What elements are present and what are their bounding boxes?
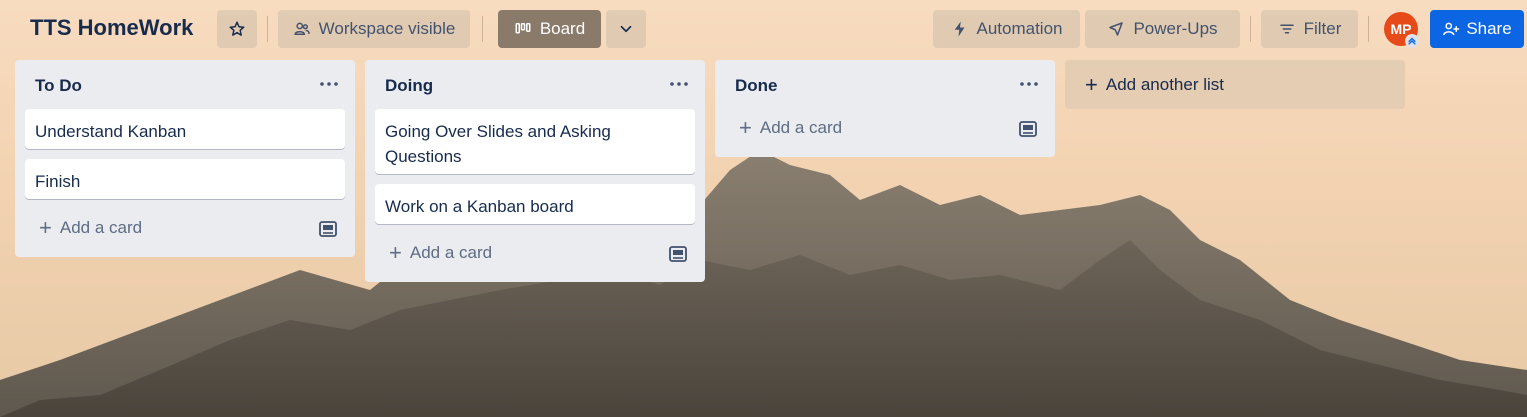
more-icon[interactable] xyxy=(667,74,691,94)
card[interactable]: Work on a Kanban board xyxy=(375,184,695,224)
board-view-button[interactable]: Board xyxy=(498,10,601,48)
add-list-button[interactable]: + Add another list xyxy=(1065,60,1405,109)
automation-button[interactable]: Automation xyxy=(933,10,1080,48)
card-template-icon[interactable] xyxy=(669,246,687,262)
list-done: Done + Add a card xyxy=(715,60,1055,157)
card-title: Work on a Kanban board xyxy=(385,197,574,216)
lightning-icon xyxy=(954,21,964,37)
add-card-label: Add a card xyxy=(409,243,493,262)
rocket-icon xyxy=(1109,22,1124,36)
card[interactable]: Understand Kanban xyxy=(25,109,345,149)
board-view-label: Board xyxy=(539,19,586,38)
star-icon xyxy=(229,21,245,36)
plus-icon: + xyxy=(1085,71,1098,97)
add-card-button[interactable]: + Add a card xyxy=(739,115,843,140)
list-doing: Doing Going Over Slides and Asking Quest… xyxy=(365,60,705,282)
list-title[interactable]: Done xyxy=(735,76,778,96)
add-card-button[interactable]: + Add a card xyxy=(39,215,143,240)
divider xyxy=(1368,16,1369,42)
list-title[interactable]: Doing xyxy=(385,76,433,96)
list-to-do: To Do Understand Kanban Finish + Add a c… xyxy=(15,60,355,257)
card-template-icon[interactable] xyxy=(319,221,337,237)
add-card-button[interactable]: + Add a card xyxy=(389,240,493,265)
card[interactable]: Going Over Slides and Asking Questions xyxy=(375,109,695,174)
power-ups-label: Power-Ups xyxy=(1133,19,1218,38)
card-title: Going Over Slides and Asking Questions xyxy=(385,122,611,166)
plus-icon: + xyxy=(739,115,752,140)
power-ups-button[interactable]: Power-Ups xyxy=(1085,10,1240,48)
admin-badge-icon xyxy=(1405,34,1419,48)
share-button[interactable]: Share xyxy=(1430,10,1524,48)
plus-icon: + xyxy=(389,240,402,265)
add-list-label: Add another list xyxy=(1105,74,1224,94)
card-title: Understand Kanban xyxy=(35,122,187,141)
more-icon[interactable] xyxy=(317,74,341,94)
workspace-visible-button[interactable]: Workspace visible xyxy=(278,10,470,48)
filter-icon xyxy=(1279,24,1294,34)
plus-icon: + xyxy=(39,215,52,240)
card[interactable]: Finish xyxy=(25,159,345,199)
add-person-icon xyxy=(1443,22,1460,36)
board-header: TTS HomeWork Workspace visible Board Aut… xyxy=(0,0,1527,58)
chevron-down-icon xyxy=(620,25,632,33)
automation-label: Automation xyxy=(976,19,1063,38)
filter-button[interactable]: Filter xyxy=(1261,10,1358,48)
divider xyxy=(267,16,268,42)
divider xyxy=(1250,16,1251,42)
card-title: Finish xyxy=(35,172,81,191)
workspace-visible-label: Workspace visible xyxy=(318,19,456,38)
people-icon xyxy=(294,22,310,35)
list-title[interactable]: To Do xyxy=(35,76,82,96)
share-label: Share xyxy=(1466,19,1512,38)
add-card-label: Add a card xyxy=(59,218,143,237)
star-button[interactable] xyxy=(217,10,257,48)
card-template-icon[interactable] xyxy=(1019,121,1037,137)
filter-label: Filter xyxy=(1303,19,1342,38)
divider xyxy=(482,16,483,42)
board-view-icon xyxy=(515,23,531,34)
more-icon[interactable] xyxy=(1017,74,1041,94)
add-card-label: Add a card xyxy=(759,118,843,137)
view-switcher-button[interactable] xyxy=(606,10,646,48)
board-title[interactable]: TTS HomeWork xyxy=(30,15,193,41)
